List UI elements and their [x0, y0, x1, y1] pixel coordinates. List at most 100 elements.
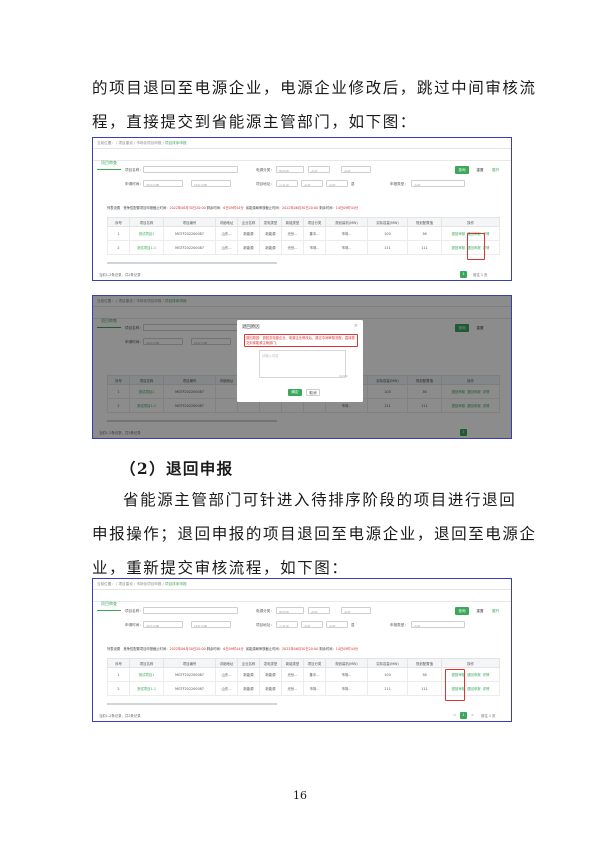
- cell: 新能源: [259, 667, 282, 682]
- cell: 光伏...: [281, 226, 304, 241]
- close-icon[interactable]: ×: [354, 323, 358, 329]
- cancel-button[interactable]: 取消: [306, 389, 320, 396]
- screenshot-return-reason-modal: 当前位置： / 项目建设 / 市场化项目申报 / 项目排序申报 项目审查 项目名…: [92, 295, 512, 439]
- highlight-box: [445, 669, 465, 701]
- location-city-select[interactable]: 全部: [301, 180, 323, 187]
- cell: MGTF202200087: [163, 667, 216, 682]
- col-header: 操作: [441, 658, 500, 668]
- cell: 山东...: [215, 226, 238, 241]
- start-date-input[interactable]: 开始日期: [143, 180, 183, 187]
- page-current[interactable]: 1: [460, 712, 467, 719]
- col-header: 企业名称: [237, 217, 260, 227]
- breadcrumb-current: 项目排序申报: [165, 582, 187, 586]
- col-header: 规划装机(MW): [325, 658, 368, 668]
- location-district-select[interactable]: 全部: [326, 180, 348, 187]
- cell: MGTF202200087: [163, 681, 216, 696]
- goto-label: 前往: [481, 714, 488, 718]
- col-header: 企业名称: [237, 658, 260, 668]
- power-type-select[interactable]: 新能源: [276, 607, 304, 614]
- apply-type-select[interactable]: 全部: [411, 180, 465, 187]
- scrollbar[interactable]: [107, 262, 277, 264]
- return-apply-link[interactable]: 退回申报: [467, 673, 481, 677]
- cell-project-link[interactable]: 测试项目1-1: [129, 240, 164, 255]
- expand-link[interactable]: 展开: [492, 609, 499, 614]
- apply-type-label: 申报类型：: [390, 623, 408, 627]
- highlight-box: [244, 334, 358, 347]
- return-apply-link[interactable]: 退回申报: [467, 687, 481, 691]
- apply-type-select[interactable]: 全部: [411, 621, 465, 628]
- goto-unit: 页: [492, 714, 496, 718]
- breadcrumb: 当前位置： / 项目建设 / 市场化项目申报 / 项目排序申报: [93, 138, 511, 149]
- list-settings-label[interactable]: 列表设置: [107, 206, 120, 210]
- cell: 山东...: [215, 240, 238, 255]
- highlight-box: [467, 233, 485, 260]
- project-name-label: 项目名称：: [125, 168, 143, 172]
- detail-link[interactable]: 详情: [483, 687, 490, 691]
- col-header: 项目编号: [163, 658, 216, 668]
- apply-time-label: 申请时间：: [125, 623, 143, 627]
- reason-textarea[interactable]: 请输入内容: [259, 350, 346, 378]
- screenshot-return-review: 当前位置： / 项目建设 / 市场化项目申报 / 项目排序申报 项目审查 项目名…: [92, 137, 512, 281]
- record-total: 当前1-2条记录，共2条记录: [99, 714, 141, 718]
- expand-link[interactable]: 展开: [492, 168, 499, 173]
- search-button[interactable]: 查询: [455, 166, 469, 174]
- col-header: 序号: [107, 658, 130, 668]
- search-button[interactable]: 查询: [455, 607, 469, 615]
- breadcrumb-home[interactable]: 当前位置：: [97, 582, 115, 586]
- cell-project-link[interactable]: 测试项目1-1: [129, 681, 164, 696]
- location-province-select[interactable]: 山东省: [276, 621, 298, 628]
- return-review-link[interactable]: 退回审核: [452, 246, 466, 250]
- cell-project-link[interactable]: 测试项目1: [129, 226, 164, 241]
- cell-index: 1: [107, 667, 130, 682]
- power-type-select[interactable]: 新能源: [276, 166, 304, 173]
- goto-label: 前往: [473, 273, 480, 277]
- breadcrumb-level1[interactable]: 项目建设: [118, 582, 132, 586]
- page-current[interactable]: 1: [460, 271, 467, 278]
- project-name-input[interactable]: [143, 607, 238, 614]
- table-row: 1 测试项目1 MGTF202200087 山东... 新能源 新能源 光伏..…: [107, 226, 500, 241]
- location-county-label: 县: [351, 623, 355, 627]
- next-page-icon[interactable]: >: [469, 712, 476, 719]
- remain-label-2: 剩余时间：: [319, 647, 336, 651]
- deadline-label-2: 省能源局审核截止时间：: [245, 647, 282, 651]
- cell: 山东...: [215, 667, 238, 682]
- end-date-input[interactable]: 结束日期: [191, 180, 231, 187]
- project-name-input[interactable]: [143, 166, 238, 173]
- power-type-sub-select-2[interactable]: 全部: [341, 166, 371, 173]
- intro-line-2: 程，直接提交到省能源主管部门，如下图：: [92, 113, 417, 131]
- cell: 市场...: [325, 240, 368, 255]
- location-city-select[interactable]: 全部: [301, 621, 323, 628]
- list-settings-label[interactable]: 列表设置: [107, 647, 120, 651]
- breadcrumb-level1[interactable]: 项目建设: [118, 141, 132, 145]
- confirm-button[interactable]: 确定: [288, 389, 302, 396]
- power-type-sub-select-2[interactable]: 全部: [341, 607, 371, 614]
- goto-input[interactable]: 1: [489, 714, 491, 718]
- power-type-sub-select-1[interactable]: 全部: [308, 607, 330, 614]
- location-district-select[interactable]: 全部: [326, 621, 348, 628]
- col-header: 操作: [441, 217, 500, 227]
- reset-button[interactable]: 重置: [473, 166, 487, 174]
- breadcrumb-home[interactable]: 当前位置：: [97, 141, 115, 145]
- power-type-sub-select-1[interactable]: 全部: [308, 166, 330, 173]
- start-date-input[interactable]: 开始日期: [143, 621, 183, 628]
- prev-page-icon[interactable]: <: [451, 712, 458, 719]
- cell-index: 2: [107, 240, 130, 255]
- breadcrumb-level2[interactable]: 市场化项目申报: [136, 582, 161, 586]
- cell: 111: [407, 240, 442, 255]
- cell-project-link[interactable]: 测试项目1: [129, 667, 164, 682]
- location-province-select[interactable]: 山东省: [276, 180, 298, 187]
- cell: 36: [407, 667, 442, 682]
- cell: 市场...: [325, 667, 368, 682]
- remain-label-1: 剩余时间：: [206, 206, 224, 210]
- breadcrumb-level2[interactable]: 市场化项目申报: [136, 141, 161, 145]
- table-row: 2 测试项目1-1 MGTF202200087 山东... 新能源 新能源 光伏…: [107, 681, 500, 696]
- scrollbar[interactable]: [107, 703, 277, 705]
- return-review-link[interactable]: 退回审核: [452, 232, 466, 236]
- goto-unit: 页: [484, 273, 488, 277]
- end-date-input[interactable]: 结束日期: [191, 621, 231, 628]
- breadcrumb: 当前位置： / 项目建设 / 市场化项目申报 / 项目排序申报: [93, 579, 511, 590]
- cell: 新能源: [259, 240, 282, 255]
- detail-link[interactable]: 详情: [483, 673, 490, 677]
- goto-input[interactable]: 1: [481, 273, 483, 277]
- reset-button[interactable]: 重置: [473, 607, 487, 615]
